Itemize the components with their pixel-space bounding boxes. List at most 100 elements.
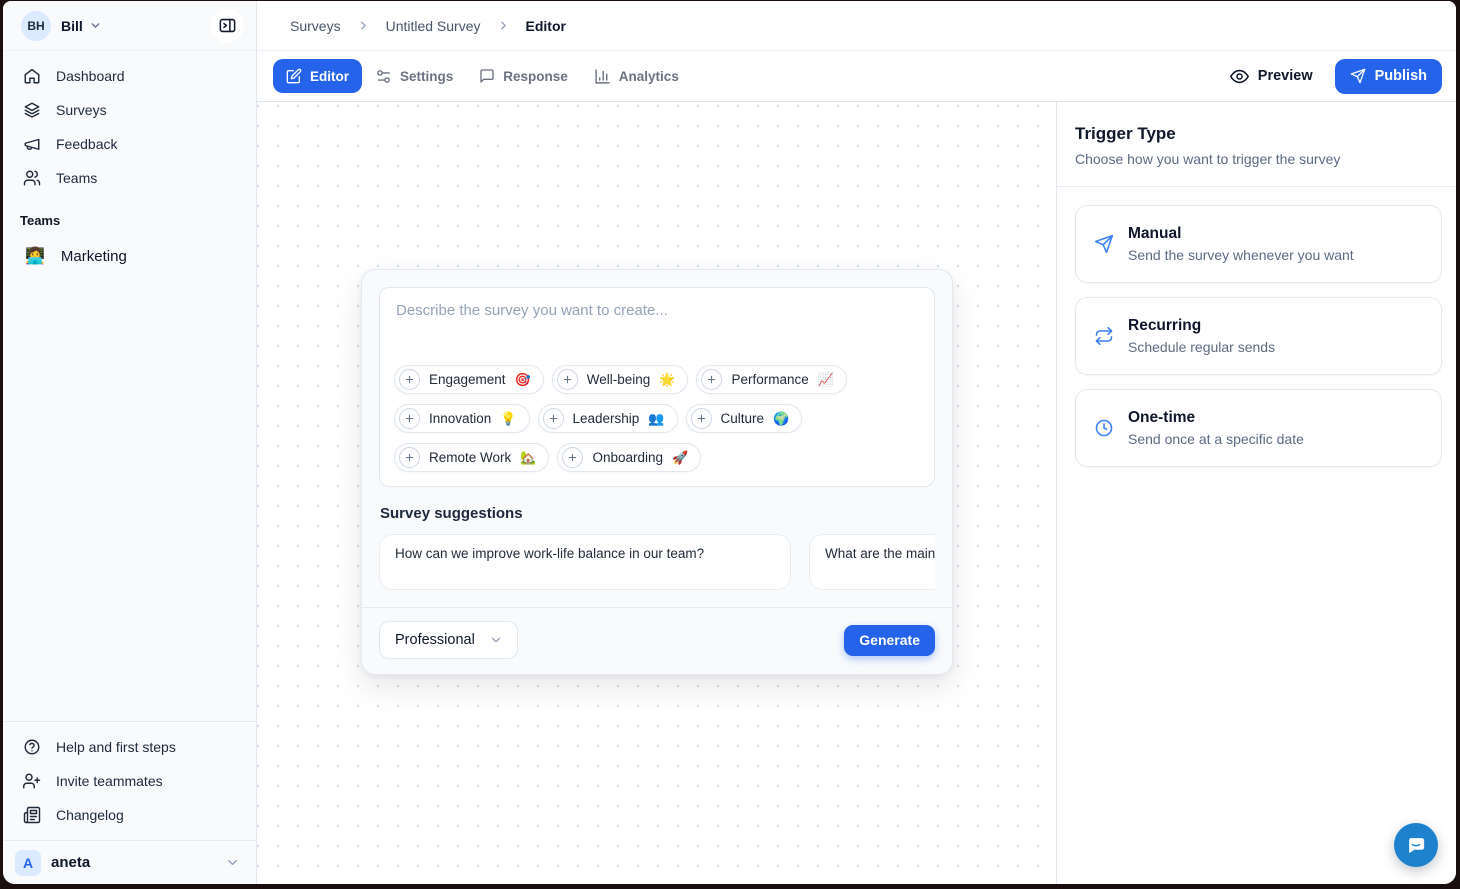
tab-label: Response [503,69,568,84]
tab-editor[interactable]: Editor [273,59,362,93]
chart-up-emoji-icon: 📈 [818,372,834,388]
preview-button[interactable]: Preview [1218,61,1325,92]
sidebar-footer: Help and first steps Invite teammates Ch… [3,721,256,836]
workspace-name: Bill [61,18,83,34]
topic-chip-well-being[interactable]: Well-being 🌟 [552,365,689,394]
chevron-right-icon [497,19,510,32]
editor-canvas[interactable]: Engagement 🎯 Well-being 🌟 [257,102,1056,884]
topic-chip-culture[interactable]: Culture 🌍 [686,404,803,433]
sidebar-item-help[interactable]: Help and first steps [11,730,248,764]
chevron-down-icon [89,19,102,32]
tab-response[interactable]: Response [466,59,581,93]
topic-chip-leadership[interactable]: Leadership 👥 [538,404,678,433]
editor-toolbar: Editor Settings Response Analytics [257,51,1456,102]
plus-icon [562,447,583,468]
account-menu[interactable]: A aneta [3,840,256,884]
breadcrumb: Surveys Untitled Survey Editor [257,1,1456,51]
trigger-option-description: Schedule regular sends [1128,339,1275,355]
sidebar-item-label: Changelog [56,807,124,823]
suggestion-card[interactable]: How can we improve work-life balance in … [379,534,791,590]
sidebar-item-team-marketing[interactable]: 👩‍💻 Marketing [11,238,248,274]
newspaper-icon [23,806,41,824]
ai-survey-composer-card: Engagement 🎯 Well-being 🌟 [361,269,953,675]
survey-description-input[interactable] [380,288,934,348]
content-row: Engagement 🎯 Well-being 🌟 [257,102,1456,884]
send-icon [1350,68,1366,84]
bar-chart-icon [594,68,611,85]
suggestion-card[interactable]: What are the main ob [809,534,935,590]
generate-button[interactable]: Generate [844,625,935,656]
tone-select[interactable]: Professional [379,621,518,659]
chip-label: Remote Work [429,450,511,465]
sidebar-item-label: Invite teammates [56,773,163,789]
sidebar-item-surveys[interactable]: Surveys [11,93,248,127]
app-window: BH Bill Dashboard Surv [3,1,1456,884]
publish-button[interactable]: Publish [1335,59,1442,94]
sidebar-item-feedback[interactable]: Feedback [11,127,248,161]
chevron-right-icon [357,19,370,32]
main-area: Surveys Untitled Survey Editor Editor [257,1,1456,884]
chat-launcher-button[interactable] [1394,823,1438,867]
users-icon [23,169,41,187]
chip-label: Innovation [429,411,491,426]
message-square-icon [479,68,495,84]
topic-chip-innovation[interactable]: Innovation 💡 [394,404,530,433]
topic-chip-remote-work[interactable]: Remote Work 🏡 [394,443,549,472]
tab-analytics[interactable]: Analytics [581,59,692,93]
sidebar-item-teams[interactable]: Teams [11,161,248,195]
topic-chip-engagement[interactable]: Engagement 🎯 [394,365,544,394]
star-emoji-icon: 🌟 [659,372,675,388]
trigger-type-panel: Trigger Type Choose how you want to trig… [1056,102,1456,884]
prompt-panel: Engagement 🎯 Well-being 🌟 [379,287,935,487]
workspace-avatar: BH [21,11,51,41]
send-icon [1094,234,1114,254]
trigger-option-recurring[interactable]: Recurring Schedule regular sends [1075,297,1442,375]
toolbar-actions: Preview Publish [1218,59,1442,94]
sidebar-item-changelog[interactable]: Changelog [11,798,248,832]
user-plus-icon [23,772,41,790]
topic-chip-performance[interactable]: Performance 📈 [696,365,846,394]
account-avatar: A [15,850,41,876]
sidebar-item-label: Help and first steps [56,739,176,755]
megaphone-icon [23,135,41,153]
trigger-option-manual[interactable]: Manual Send the survey whenever you want [1075,205,1442,283]
layers-icon [23,101,41,119]
tab-label: Analytics [619,69,679,84]
sidebar-spacer [3,274,256,721]
plus-icon [399,408,420,429]
panel-title: Trigger Type [1075,124,1432,144]
chip-label: Performance [731,372,808,387]
chip-label: Engagement [429,372,506,387]
sidebar-item-invite[interactable]: Invite teammates [11,764,248,798]
chevron-down-icon [225,855,240,870]
tone-value: Professional [395,632,475,648]
panel-collapse-icon [218,16,237,35]
trigger-option-title: Manual [1128,225,1354,243]
tab-settings[interactable]: Settings [362,59,466,93]
trigger-option-text: Recurring Schedule regular sends [1128,317,1275,355]
composer-card-top: Engagement 🎯 Well-being 🌟 [362,270,952,607]
suggestions-title: Survey suggestions [380,505,935,522]
trigger-option-text: One-time Send once at a specific date [1128,409,1304,447]
plus-icon [691,408,712,429]
topic-chip-onboarding[interactable]: Onboarding 🚀 [557,443,701,472]
trigger-option-one-time[interactable]: One-time Send once at a specific date [1075,389,1442,467]
breadcrumb-item-surveys[interactable]: Surveys [290,18,341,34]
breadcrumb-item-untitled-survey[interactable]: Untitled Survey [386,18,481,34]
sidebar-item-label: Feedback [56,136,117,152]
breadcrumb-item-editor: Editor [526,18,566,34]
help-circle-icon [23,738,41,756]
sidebar-item-dashboard[interactable]: Dashboard [11,59,248,93]
eye-icon [1230,67,1249,86]
collapse-sidebar-button[interactable] [210,9,244,43]
workspace-switcher[interactable]: BH Bill [3,1,256,51]
preview-label: Preview [1258,68,1313,84]
sidebar-nav: Dashboard Surveys Feedback Teams [3,51,256,195]
trigger-option-description: Send the survey whenever you want [1128,247,1354,263]
composer-card-footer: Professional Generate [362,607,952,674]
trigger-option-title: Recurring [1128,317,1275,335]
topic-chips: Engagement 🎯 Well-being 🌟 [380,365,934,486]
sidebar: BH Bill Dashboard Surv [3,1,257,884]
house-emoji-icon: 🏡 [520,450,536,466]
chip-label: Well-being [587,372,651,387]
